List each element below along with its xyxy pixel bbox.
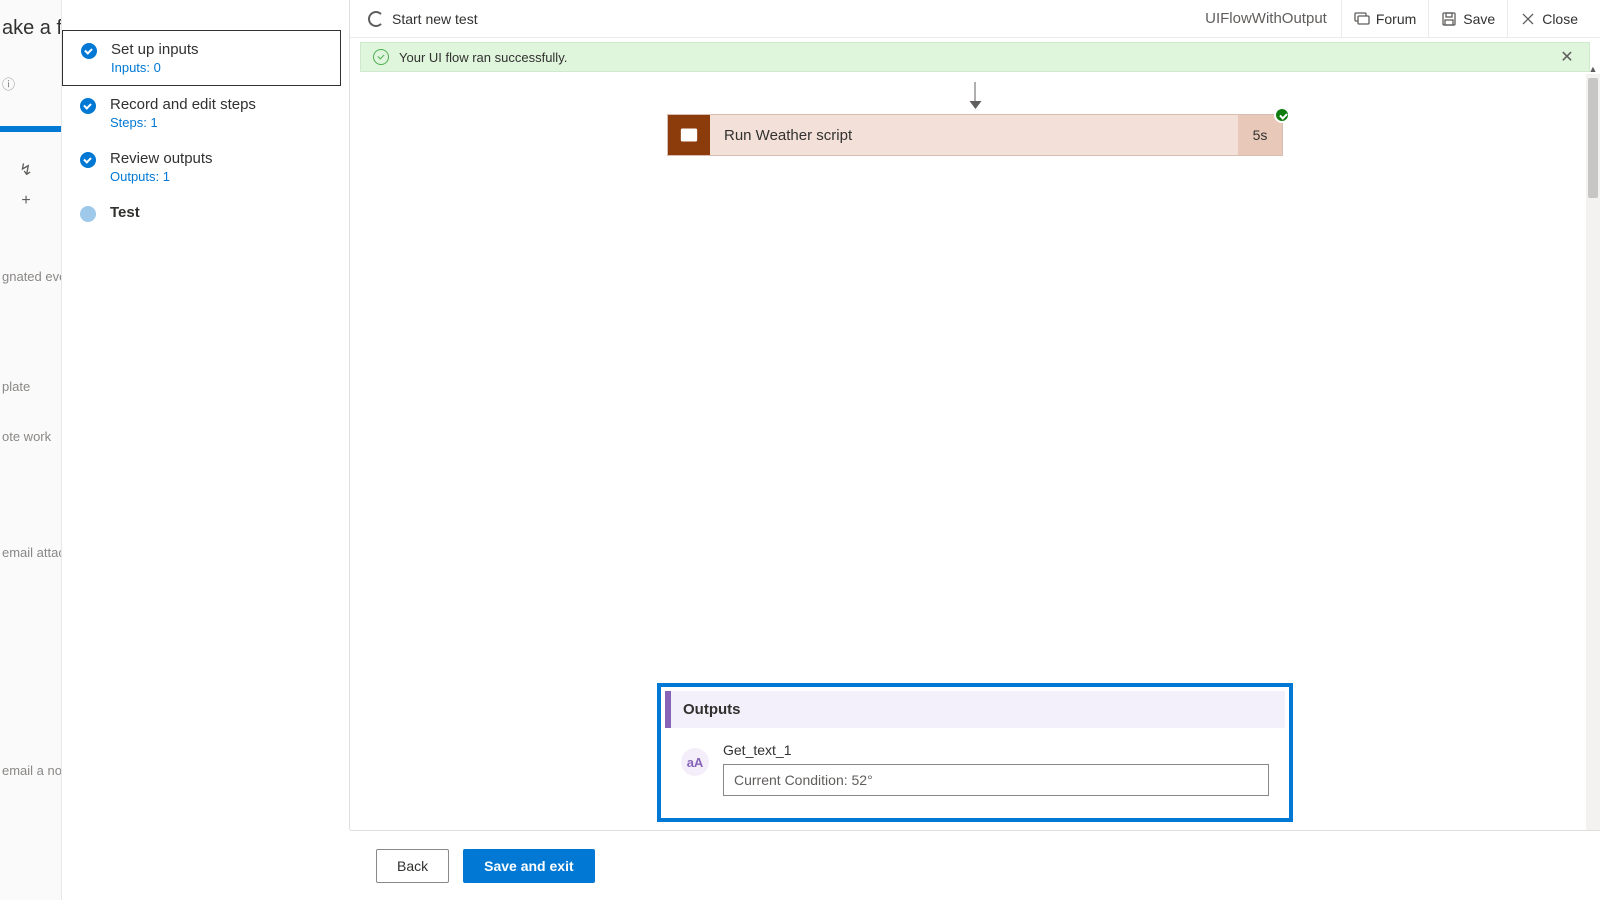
save-icon (1441, 11, 1457, 27)
step-done-icon (80, 98, 96, 114)
step-done-icon (80, 152, 96, 168)
action-success-badge-icon (1274, 107, 1290, 123)
success-check-icon (373, 49, 389, 65)
close-label: Close (1542, 11, 1578, 27)
action-script-icon (668, 115, 710, 155)
step-title: Record and edit steps (110, 96, 256, 113)
step-subtitle: Inputs: 0 (111, 60, 199, 75)
step-set-up-inputs[interactable]: Set up inputs Inputs: 0 (62, 30, 341, 86)
bg-line-4: email attac (0, 544, 62, 562)
flow-canvas: Run Weather script 5s Outputs aA Get_tex… (350, 74, 1600, 830)
action-card-run-weather-script[interactable]: Run Weather script 5s (667, 114, 1283, 156)
step-title: Review outputs (110, 150, 213, 167)
bg-plus-icon: + (12, 190, 40, 212)
back-button[interactable]: Back (376, 849, 449, 883)
refresh-icon (368, 11, 384, 27)
bg-line-1: gnated even (0, 268, 62, 286)
output-variable-value[interactable] (723, 764, 1269, 796)
success-message: Your UI flow ran successfully. (399, 50, 567, 65)
save-label: Save (1463, 11, 1495, 27)
bg-line-3: ote work (0, 428, 51, 446)
bg-line-5: email a no (0, 762, 62, 780)
scrollbar-thumb[interactable] (1588, 78, 1598, 198)
step-done-icon (81, 43, 97, 59)
text-variable-icon: aA (681, 748, 709, 776)
step-test[interactable]: Test (62, 194, 349, 232)
save-and-exit-button[interactable]: Save and exit (463, 849, 595, 883)
wizard-steps-panel: Set up inputs Inputs: 0 Record and edit … (62, 0, 350, 830)
forum-button[interactable]: Forum (1341, 0, 1428, 38)
wizard-footer: Back Save and exit (350, 830, 1600, 900)
step-active-icon (80, 206, 96, 222)
back-label: Back (397, 858, 428, 874)
action-duration-label: 5s (1238, 115, 1282, 155)
step-subtitle: Outputs: 1 (110, 169, 213, 184)
bg-selected-bar (0, 126, 62, 132)
outputs-card: Outputs aA Get_text_1 (657, 683, 1293, 822)
forum-icon (1354, 11, 1370, 27)
step-review-outputs[interactable]: Review outputs Outputs: 1 (62, 140, 349, 194)
step-title: Test (110, 204, 140, 221)
output-variable-name: Get_text_1 (723, 742, 1269, 758)
canvas-scrollbar[interactable]: ▲ ▼ (1586, 74, 1600, 830)
outputs-header: Outputs (665, 691, 1285, 728)
step-subtitle: Steps: 1 (110, 115, 256, 130)
bg-title-fragment: ake a fl (0, 14, 62, 42)
background-templates-panel: ake a fl ⓘ ↯ + gnated even plate ote wor… (0, 0, 62, 900)
step-title: Set up inputs (111, 41, 199, 58)
forum-label: Forum (1376, 11, 1416, 27)
bg-info-icon: ⓘ (0, 76, 15, 94)
step-record-and-edit[interactable]: Record and edit steps Steps: 1 (62, 86, 349, 140)
bg-flow-icon: ↯ (12, 160, 40, 182)
start-new-test-label: Start new test (392, 11, 478, 27)
success-banner: Your UI flow ran successfully. ✕ (360, 42, 1590, 72)
connector-arrow-icon (975, 82, 976, 108)
flow-name-label: UIFlowWithOutput (1205, 10, 1327, 27)
start-new-test-button[interactable]: Start new test (368, 11, 478, 27)
save-button[interactable]: Save (1428, 0, 1507, 38)
bg-mini-icons: ↯ + (10, 160, 40, 221)
banner-close-button[interactable]: ✕ (1557, 47, 1577, 67)
top-toolbar: Start new test UIFlowWithOutput Forum Sa… (350, 0, 1600, 38)
close-icon (1520, 11, 1536, 27)
action-title: Run Weather script (710, 115, 1238, 155)
save-and-exit-label: Save and exit (484, 858, 574, 874)
close-button[interactable]: Close (1507, 0, 1590, 38)
bg-line-2: plate (0, 378, 30, 396)
